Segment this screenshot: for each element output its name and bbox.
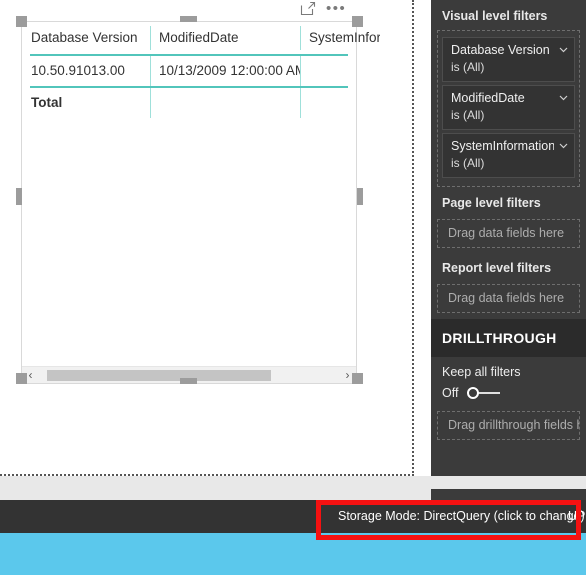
drillthrough-title: DRILLTHROUGH (442, 330, 557, 346)
more-options-icon[interactable]: ••• (326, 1, 346, 16)
resize-handle-middle-left[interactable] (16, 188, 22, 205)
taskbar-band (0, 533, 586, 575)
focus-mode-icon[interactable] (300, 1, 316, 17)
visual-header-icons: ••• (300, 0, 360, 18)
filter-card-systeminformationid[interactable]: SystemInformationID is (All) (442, 133, 575, 178)
filter-card-field-name: SystemInformationID (451, 139, 554, 153)
cell-total-label: Total (31, 95, 63, 110)
status-bar-right-text: UP (568, 509, 586, 523)
keep-all-filters-toggle-row[interactable]: Off (431, 379, 586, 409)
chevron-down-icon[interactable] (558, 92, 569, 103)
resize-handle-bottom-center[interactable] (180, 378, 197, 384)
chevron-down-icon[interactable] (558, 140, 569, 151)
cell-total-systeminformationid (300, 88, 380, 118)
resize-handle-bottom-right[interactable] (352, 373, 363, 384)
resize-handle-top-left[interactable] (16, 16, 27, 27)
filter-card-condition: is (All) (451, 156, 485, 170)
table-grid: Database Version ModifiedDate SystemInfo… (22, 22, 380, 118)
column-header-database-version[interactable]: Database Version (22, 22, 150, 54)
visual-level-filters-title: Visual level filters (442, 9, 548, 23)
table-visual[interactable]: Database Version ModifiedDate SystemInfo… (21, 21, 380, 384)
total-separator-1 (150, 88, 151, 118)
filter-card-database-version[interactable]: Database Version is (All) (442, 37, 575, 82)
resize-handle-middle-right[interactable] (357, 188, 363, 205)
column-separator-2 (300, 26, 301, 50)
resize-handle-bottom-left[interactable] (16, 373, 27, 384)
filter-card-field-name: ModifiedDate (451, 91, 525, 105)
cell-modifieddate: 10/13/2009 12:00:00 AM (159, 63, 300, 78)
resize-handle-top-center[interactable] (180, 16, 197, 22)
filter-card-condition: is (All) (451, 108, 485, 122)
toggle-state-label: Off (442, 386, 459, 400)
cell-systeminformationid (300, 56, 380, 86)
page-level-filters-title: Page level filters (442, 196, 541, 210)
table-total-row[interactable]: Total (22, 88, 356, 118)
column-header-systeminformationid[interactable]: SystemInform (300, 22, 380, 54)
toggle-knob[interactable] (467, 386, 480, 399)
status-bar: Storage Mode: DirectQuery (click to chan… (0, 500, 586, 533)
filter-card-field-name: Database Version (451, 43, 550, 57)
table-row[interactable]: 10.50.91013.00 10/13/2009 12:00:00 AM (22, 56, 356, 86)
visual-level-filters-group[interactable]: Database Version is (All) ModifiedDate i… (437, 30, 580, 187)
storage-mode-status[interactable]: Storage Mode: DirectQuery (click to chan… (338, 509, 585, 523)
row-separator-2 (300, 56, 301, 86)
report-level-filters-title: Report level filters (442, 261, 552, 275)
scrollbar-thumb[interactable] (47, 370, 271, 381)
keep-all-filters-toggle[interactable] (467, 386, 501, 400)
column-separator-1 (150, 26, 151, 50)
chevron-down-icon[interactable] (558, 44, 569, 55)
drillthrough-header: DRILLTHROUGH (431, 319, 586, 357)
report-canvas[interactable]: ••• Database Version ModifiedDate System… (0, 0, 414, 476)
resize-handle-top-right[interactable] (352, 16, 363, 27)
column-header-modifieddate[interactable]: ModifiedDate (150, 22, 300, 54)
report-level-filters-dropzone[interactable]: Drag data fields here (437, 284, 580, 313)
filter-pane-bottom-filler (431, 489, 586, 500)
table-header-row: Database Version ModifiedDate SystemInfo… (22, 22, 380, 54)
filter-card-condition: is (All) (451, 60, 485, 74)
cell-total-modifieddate (150, 88, 300, 118)
drillthrough-fields-dropzone[interactable]: Drag drillthrough fields here (437, 411, 580, 440)
cell-database-version: 10.50.91013.00 (31, 63, 125, 78)
page-level-filters-dropzone[interactable]: Drag data fields here (437, 219, 580, 248)
row-separator-1 (150, 56, 151, 86)
filter-card-modifieddate[interactable]: ModifiedDate is (All) (442, 85, 575, 130)
keep-all-filters-label: Keep all filters (442, 365, 521, 379)
total-separator-2 (300, 88, 301, 118)
filters-pane[interactable]: Visual level filters Database Version is… (431, 0, 586, 489)
